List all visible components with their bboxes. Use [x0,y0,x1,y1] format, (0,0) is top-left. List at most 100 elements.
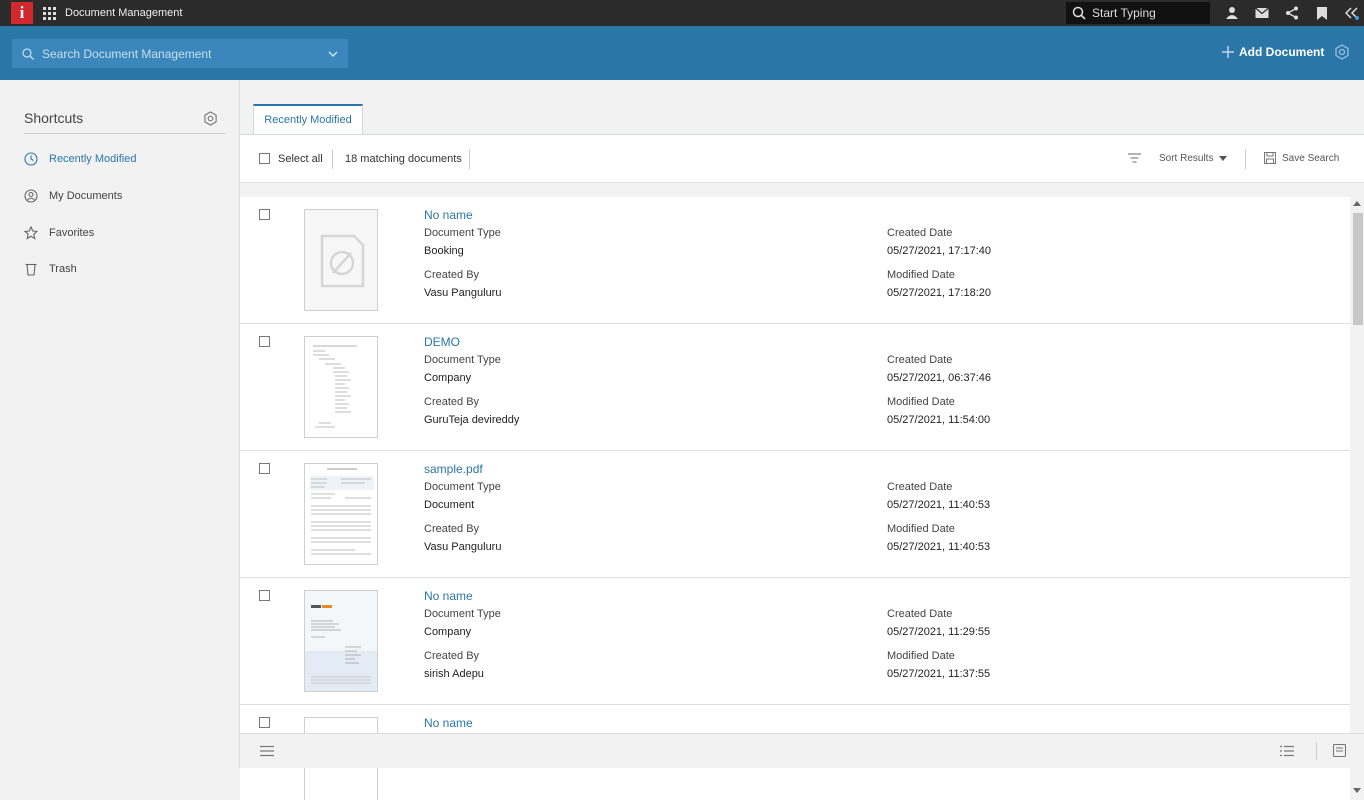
document-name-link[interactable]: No name [424,589,473,603]
chevron-down-icon[interactable] [328,51,338,57]
sort-results-label: Sort Results [1159,153,1214,164]
scroll-down-arrow-icon[interactable] [1353,788,1361,793]
sidebar-item-trash[interactable]: Trash [24,259,77,279]
document-type-label: Document Type [424,227,501,239]
document-search-placeholder: Search Document Management [42,46,212,61]
save-search-button[interactable]: Save Search [1264,152,1339,164]
add-document-label: Add Document [1239,45,1325,59]
filter-icon[interactable] [1128,152,1141,164]
document-list: No name Document Type Booking Created By… [240,197,1350,800]
created-by-value: sirish Adepu [424,668,484,680]
modified-date-label: Modified Date [887,650,955,662]
document-name-link[interactable]: sample.pdf [424,462,483,476]
app-title: Document Management [65,7,183,19]
created-by-label: Created By [424,269,480,281]
document-name-link[interactable]: No name [424,716,473,730]
clock-icon [24,152,38,166]
document-type-value: Booking [424,245,464,257]
sidebar-item-label: Favorites [49,227,95,239]
row-checkbox[interactable] [259,209,270,220]
created-by-value: Vasu Panguluru [424,287,502,299]
document-thumbnail[interactable] [304,590,378,692]
modified-date-value: 05/27/2021, 11:37:55 [887,668,991,680]
document-type-value: Company [424,626,472,638]
created-by-label: Created By [424,523,480,535]
list-view-icon[interactable] [1280,745,1294,757]
share-icon[interactable] [1282,3,1302,23]
app-grid-icon[interactable] [43,6,56,20]
row-checkbox[interactable] [259,590,270,601]
mail-icon[interactable] [1252,3,1272,23]
document-search-input[interactable]: Search Document Management [12,39,348,68]
search-icon [22,47,34,60]
document-thumbnail[interactable] [304,336,378,438]
created-date-label: Created Date [887,354,953,366]
select-all-label[interactable]: Select all [278,153,323,165]
sidebar-item-my-documents[interactable]: My Documents [24,186,122,206]
list-scrollbar[interactable] [1350,197,1364,800]
document-type-label: Document Type [424,481,501,493]
created-date-label: Created Date [887,608,953,620]
sidebar: Shortcuts Recently Modified My Documents… [0,80,240,768]
matching-documents-count: 18 matching documents [345,153,462,165]
modified-date-value: 05/27/2021, 11:40:53 [887,541,991,553]
row-checkbox[interactable] [259,463,270,474]
main-content: Recently Modified Select all 18 matching… [240,80,1364,800]
user-circle-icon [24,189,38,203]
created-by-value: Vasu Panguluru [424,541,502,553]
sidebar-item-recently-modified[interactable]: Recently Modified [24,149,136,169]
created-by-value: GuruTeja devireddy [424,414,520,426]
global-search-placeholder: Start Typing [1092,6,1156,20]
document-type-value: Company [424,372,472,384]
modified-date-label: Modified Date [887,523,955,535]
scrollbar-thumb[interactable] [1353,213,1363,325]
modified-date-label: Modified Date [887,269,955,281]
document-type-label: Document Type [424,354,501,366]
save-icon [1264,152,1276,164]
created-date-value: 05/27/2021, 11:29:55 [887,626,991,638]
settings-gear-icon[interactable] [1334,44,1350,60]
global-search-input[interactable]: Start Typing [1066,2,1210,24]
document-name-link[interactable]: No name [424,208,473,222]
modified-date-value: 05/27/2021, 17:18:20 [887,287,991,299]
shortcuts-settings-icon[interactable] [203,111,218,126]
collapse-double-chevron-icon[interactable] [1342,3,1362,23]
notes-icon[interactable] [1333,744,1346,757]
created-date-value: 05/27/2021, 06:37:46 [887,372,991,384]
scroll-up-arrow-icon[interactable] [1353,201,1361,206]
list-item[interactable]: No name Document Type Booking Created By… [240,197,1350,324]
modified-date-label: Modified Date [887,396,955,408]
sort-results-dropdown[interactable]: Sort Results [1159,153,1228,164]
header-bar: Search Document Management Add Document [0,26,1364,80]
sidebar-item-favorites[interactable]: Favorites [24,223,94,243]
sidebar-title: Shortcuts [24,110,84,126]
tab-recently-modified[interactable]: Recently Modified [253,104,363,134]
bookmark-icon[interactable] [1312,3,1332,23]
star-icon [24,226,38,240]
sidebar-item-label: Recently Modified [49,153,137,165]
document-type-value: Document [424,499,475,511]
document-thumbnail[interactable] [304,463,378,565]
list-item[interactable]: sample.pdf Document Type Document Create… [240,451,1350,578]
row-checkbox[interactable] [259,336,270,347]
document-name-link[interactable]: DEMO [424,335,460,349]
created-date-label: Created Date [887,227,953,239]
app-logo[interactable]: i [11,2,33,24]
list-item[interactable]: DEMO Document Type Company Created By Gu… [240,324,1350,451]
no-preview-icon [320,234,365,288]
document-thumbnail[interactable] [304,209,378,311]
menu-icon[interactable] [260,745,274,757]
top-bar: i Document Management Start Typing [0,0,1364,26]
bottom-bar [240,733,1364,768]
list-item[interactable]: No name Document Type Company Created By… [240,578,1350,705]
user-icon[interactable] [1222,3,1242,23]
select-all-checkbox[interactable] [259,153,270,164]
row-checkbox[interactable] [259,717,270,728]
trash-icon [25,263,37,276]
document-type-label: Document Type [424,608,501,620]
created-date-label: Created Date [887,481,953,493]
add-document-button[interactable]: Add Document [1222,45,1324,59]
sidebar-item-label: My Documents [49,190,123,202]
plus-icon [1222,46,1234,58]
letter-document-preview [305,591,377,691]
